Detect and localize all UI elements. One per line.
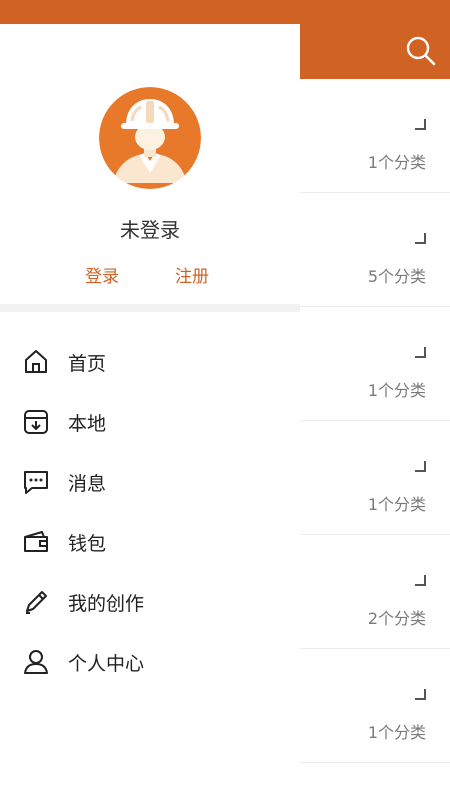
list-item[interactable]: 1个分类 <box>300 421 450 535</box>
avatar[interactable] <box>99 87 201 189</box>
list-item[interactable]: 1个分类 <box>300 79 450 193</box>
menu-label: 我的创作 <box>68 593 145 615</box>
category-count: 5个分类 <box>367 267 426 286</box>
navigation-drawer: 未登录 登录 注册 首页 本地 消息 钱包 我的创作 个人中心 <box>0 24 300 800</box>
local-box-icon <box>24 410 48 434</box>
menu-label: 钱包 <box>68 533 107 555</box>
menu-item-profile[interactable]: 个人中心 <box>0 632 300 692</box>
drawer-menu: 首页 本地 消息 钱包 我的创作 个人中心 <box>0 332 300 692</box>
username-label: 未登录 <box>120 218 180 242</box>
category-count: 1个分类 <box>367 153 426 172</box>
category-count: 2个分类 <box>367 609 426 628</box>
category-count: 1个分类 <box>367 723 426 742</box>
corner-icon <box>415 233 426 244</box>
menu-label: 个人中心 <box>68 653 145 675</box>
corner-icon <box>415 689 426 700</box>
message-icon <box>24 471 48 494</box>
menu-item-my-creations[interactable]: 我的创作 <box>0 572 300 632</box>
menu-item-messages[interactable]: 消息 <box>0 452 300 512</box>
profile-section: 未登录 登录 注册 <box>0 24 300 304</box>
wallet-icon <box>24 531 48 552</box>
login-link[interactable]: 登录 <box>85 262 119 287</box>
category-count: 1个分类 <box>367 495 426 514</box>
corner-icon <box>415 347 426 358</box>
search-button[interactable] <box>404 34 438 68</box>
menu-item-home[interactable]: 首页 <box>0 332 300 392</box>
section-divider <box>0 304 300 312</box>
category-list: 1个分类 5个分类 1个分类 1个分类 2个分类 1个分类 <box>300 79 450 763</box>
corner-icon <box>415 575 426 586</box>
menu-label: 本地 <box>68 413 107 435</box>
menu-label: 首页 <box>68 353 107 375</box>
category-count: 1个分类 <box>367 381 426 400</box>
corner-icon <box>415 461 426 472</box>
menu-item-wallet[interactable]: 钱包 <box>0 512 300 572</box>
menu-item-local[interactable]: 本地 <box>0 392 300 452</box>
user-icon <box>24 650 48 674</box>
list-item[interactable]: 1个分类 <box>300 649 450 763</box>
list-item[interactable]: 2个分类 <box>300 535 450 649</box>
worker-helmet-avatar-icon <box>99 87 201 189</box>
register-link[interactable]: 注册 <box>175 262 209 287</box>
pencil-icon <box>26 591 47 614</box>
corner-icon <box>415 119 426 130</box>
menu-label: 消息 <box>68 473 107 495</box>
status-bar <box>0 0 450 24</box>
list-item[interactable]: 1个分类 <box>300 307 450 421</box>
home-icon <box>25 350 47 373</box>
search-icon <box>406 36 436 66</box>
list-item[interactable]: 5个分类 <box>300 193 450 307</box>
